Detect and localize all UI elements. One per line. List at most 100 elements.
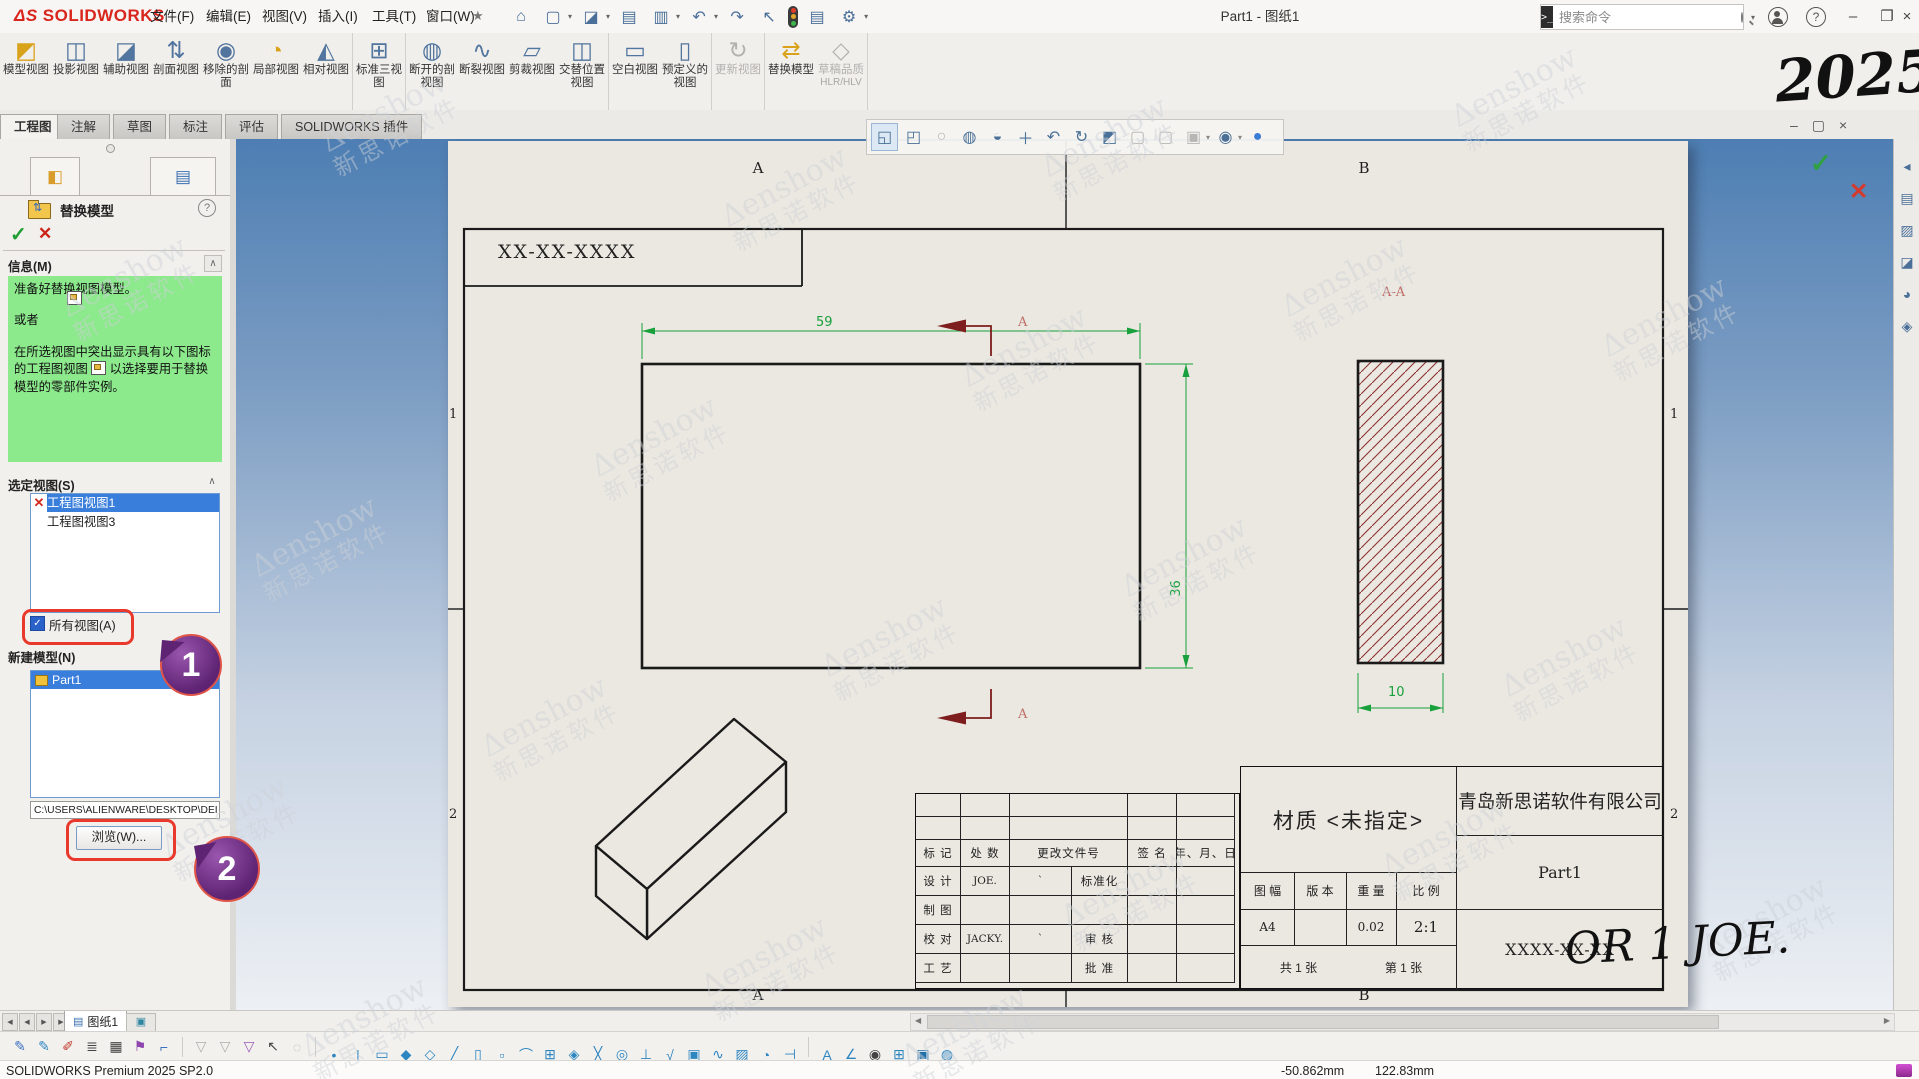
help-icon[interactable]: ? xyxy=(1806,7,1826,27)
search-icon[interactable] xyxy=(1741,12,1743,23)
rebuild-traffic-light-icon[interactable] xyxy=(788,6,798,28)
select-cursor-icon[interactable]: ↖ xyxy=(261,1036,285,1058)
view-settings-dropdown-icon[interactable]: ▾ xyxy=(1238,133,1242,142)
apply-scene-icon[interactable]: ● xyxy=(1245,124,1270,150)
zoom-to-area-icon[interactable]: ◰ xyxy=(901,124,926,150)
pm-ok-button[interactable]: ✓ xyxy=(10,222,27,247)
zoom-to-selection-icon[interactable]: ◍ xyxy=(957,124,982,150)
filter-tool-icon[interactable]: ▽ xyxy=(237,1036,261,1058)
design-library-icon[interactable]: ▨ xyxy=(1894,217,1919,243)
search-input[interactable] xyxy=(1553,10,1741,25)
file-explorer-icon[interactable]: ◪ xyxy=(1894,249,1919,275)
empty-view-button[interactable]: ▭空白视图 xyxy=(610,33,660,110)
minimize-button[interactable]: – xyxy=(1836,0,1870,33)
list-item-view3[interactable]: 工程图视图3 xyxy=(31,512,219,530)
splitter-handle[interactable] xyxy=(106,144,115,153)
options-dropdown-icon[interactable]: ▾ xyxy=(864,12,868,21)
scroll-left-icon[interactable]: ◀ xyxy=(915,1016,921,1025)
tab-evaluate[interactable]: 评估 xyxy=(225,114,278,139)
selected-views-list[interactable]: ✕ 工程图视图1 工程图视图3 xyxy=(30,493,220,613)
annotation-tool-icon[interactable]: ⚑ xyxy=(128,1036,152,1058)
replace-model-button[interactable]: ⇄替换模型 xyxy=(766,33,816,110)
pm-help-icon[interactable]: ? xyxy=(198,199,216,217)
sheet-tab-sheet1[interactable]: ▤ 图纸1 xyxy=(64,1011,127,1032)
tab-annotation[interactable]: 注解 xyxy=(57,114,110,139)
model-view-button[interactable]: ◩模型视图 xyxy=(1,33,51,110)
menu-file[interactable]: 文件(F) xyxy=(140,0,204,33)
next-sheet-icon[interactable]: ▶ xyxy=(36,1013,52,1031)
tab-sketch[interactable]: 草图 xyxy=(113,114,166,139)
annotation-tool-icon[interactable]: ✐ xyxy=(56,1036,80,1058)
confirm-ok-icon[interactable]: ✓ xyxy=(1810,148,1832,179)
new-dropdown-icon[interactable]: ▾ xyxy=(568,12,572,21)
home-icon[interactable]: ⌂ xyxy=(508,4,534,30)
close-button[interactable]: × xyxy=(1890,0,1919,33)
drawing-sheet[interactable]: XX-XX-XXXX A B A B 1 2 1 2 59 36 10 A A … xyxy=(448,141,1688,1007)
rotate-view-icon[interactable]: ↻ xyxy=(1069,124,1094,150)
customize-chip[interactable] xyxy=(1896,1064,1912,1077)
print-icon[interactable]: ▥ xyxy=(648,4,674,30)
auxiliary-view-button[interactable]: ◪辅助视图 xyxy=(101,33,151,110)
add-sheet-tab[interactable]: ▣ xyxy=(126,1013,156,1033)
broken-out-section-button[interactable]: ◍断开的剖视图 xyxy=(407,33,457,110)
tab-solidworks-addins[interactable]: SOLIDWORKS 插件 xyxy=(281,114,422,139)
annotation-tool-icon[interactable]: ≣ xyxy=(80,1036,104,1058)
list-item-view1[interactable]: ✕ 工程图视图1 xyxy=(31,494,219,512)
crop-view-button[interactable]: ▱剪裁视图 xyxy=(507,33,557,110)
zoom-in-out-icon[interactable]: ◒ xyxy=(985,124,1010,150)
dim-width[interactable]: 59 xyxy=(816,315,833,330)
doc-restore-icon[interactable]: ▢ xyxy=(1812,117,1825,134)
horizontal-scrollbar[interactable]: ◀ ▶ xyxy=(910,1013,1895,1031)
view1-label[interactable]: 工程图视图1 xyxy=(47,494,219,512)
view-settings-icon[interactable]: ◉ xyxy=(1213,124,1238,150)
view-orientation-icon[interactable]: ◩ xyxy=(1097,124,1122,150)
graphics-area[interactable]: XX-XX-XXXX A B A B 1 2 1 2 59 36 10 A A … xyxy=(236,139,1893,1010)
doc-close-icon[interactable]: × xyxy=(1839,117,1847,133)
tab-drawing[interactable]: 工程图 xyxy=(0,114,66,139)
zoom-to-fit-icon[interactable]: ◱ xyxy=(871,123,898,151)
delete-view-icon[interactable]: ✕ xyxy=(31,495,47,511)
selected-views-collapse-icon[interactable]: ∧ xyxy=(204,474,220,489)
options-gear-icon[interactable]: ⚙ xyxy=(836,4,862,30)
dim-thickness[interactable]: 10 xyxy=(1388,685,1405,700)
menu-insert[interactable]: 插入(I) xyxy=(308,0,368,33)
task-pane-collapse-icon[interactable]: ◂ xyxy=(1894,153,1919,179)
search-dropdown-icon[interactable]: ▾ xyxy=(1751,13,1755,22)
model-path-field[interactable]: C:\USERS\ALIENWARE\DESKTOP\DEI xyxy=(30,801,220,819)
relative-view-button[interactable]: ◭相对视图 xyxy=(301,33,351,110)
predefined-view-button[interactable]: ▯预定义的视图 xyxy=(660,33,710,110)
info-collapse-icon[interactable]: ∧ xyxy=(204,255,222,272)
prev-sheet-icon[interactable]: ◀ xyxy=(19,1013,35,1031)
break-view-button[interactable]: ∿断裂视图 xyxy=(457,33,507,110)
new-document-icon[interactable]: ▢ xyxy=(540,4,566,30)
open-icon[interactable]: ◪ xyxy=(578,4,604,30)
dim-height[interactable]: 36 xyxy=(1169,580,1184,597)
print-dropdown-icon[interactable]: ▾ xyxy=(676,12,680,21)
annotation-tool-icon[interactable]: ✎ xyxy=(32,1036,56,1058)
redo-icon[interactable]: ↷ xyxy=(724,4,750,30)
user-account-icon[interactable] xyxy=(1768,7,1788,27)
tab-dimension[interactable]: 标注 xyxy=(169,114,222,139)
detail-view-button[interactable]: ◔局部视图 xyxy=(251,33,301,110)
undo-icon[interactable]: ↶ xyxy=(686,4,712,30)
property-manager-tab[interactable]: ▤ xyxy=(150,157,216,195)
annotation-tool-icon[interactable]: ⌐ xyxy=(152,1036,176,1058)
pm-cancel-button[interactable]: ✕ xyxy=(38,224,52,244)
appearances-icon[interactable]: ◕ xyxy=(1894,281,1919,307)
pan-icon[interactable]: ＋ xyxy=(1013,124,1038,150)
alternate-position-view-button[interactable]: ◫交替位置视图 xyxy=(557,33,607,110)
undo-dropdown-icon[interactable]: ▾ xyxy=(714,12,718,21)
projected-view-button[interactable]: ◫投影视图 xyxy=(51,33,101,110)
feature-manager-tab[interactable]: ◧ xyxy=(30,157,80,195)
custom-properties-icon[interactable]: ◈ xyxy=(1894,313,1919,339)
save-icon[interactable]: ▤ xyxy=(616,4,642,30)
scroll-right-icon[interactable]: ▶ xyxy=(1884,1016,1890,1025)
scrollbar-thumb[interactable] xyxy=(927,1015,1719,1029)
confirm-cancel-icon[interactable]: ✕ xyxy=(1849,178,1868,205)
open-dropdown-icon[interactable]: ▾ xyxy=(606,12,610,21)
annotation-tool-icon[interactable]: ▦ xyxy=(104,1036,128,1058)
section-view-button[interactable]: ⇅剖面视图 xyxy=(151,33,201,110)
pin-menu-icon[interactable]: ★ xyxy=(472,8,484,24)
doc-minimize-icon[interactable]: – xyxy=(1790,117,1798,133)
standard-3-view-button[interactable]: ⊞标准三视图 xyxy=(354,33,404,110)
